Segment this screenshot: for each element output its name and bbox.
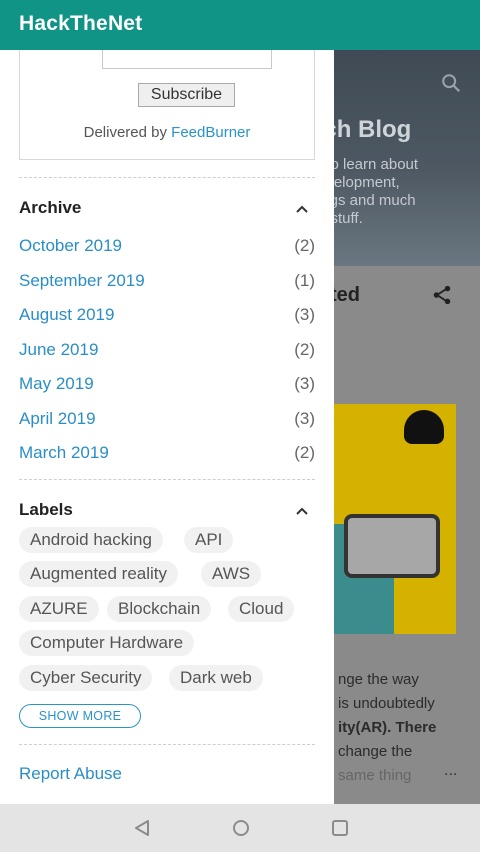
label-chip[interactable]: Android hacking (19, 527, 163, 553)
archive-link[interactable]: April 2019 (19, 409, 96, 428)
label-chip[interactable]: Computer Hardware (19, 630, 195, 656)
delivered-by-text: Delivered by FeedBurner (83, 124, 251, 141)
archive-link[interactable]: May 2019 (19, 374, 94, 393)
archive-item[interactable]: May 2019 (3) (19, 374, 315, 398)
archive-count: (3) (294, 305, 315, 324)
share-icon[interactable] (430, 284, 454, 306)
archive-link[interactable]: March 2019 (19, 443, 109, 462)
archive-item[interactable]: April 2019 (3) (19, 409, 315, 433)
nav-home-icon[interactable] (231, 818, 251, 838)
hacker-logo (404, 410, 444, 444)
label-chip[interactable]: API (184, 527, 234, 553)
chevron-up-icon[interactable] (295, 504, 309, 518)
more-ellipsis[interactable]: ... (444, 762, 457, 780)
archive-count: (2) (294, 236, 315, 255)
feedburner-widget: Subscribe (19, 50, 315, 160)
nav-recent-icon[interactable] (330, 818, 350, 838)
archive-item[interactable]: June 2019 (2) (19, 340, 315, 364)
app-title[interactable]: HackTheNet (19, 12, 142, 36)
label-chip[interactable]: Dark web (169, 665, 263, 691)
email-subscribe-input[interactable] (102, 50, 272, 69)
label-chip[interactable]: AWS (201, 561, 262, 587)
navigation-drawer: Subscribe Delivered by FeedBurner Archiv… (0, 50, 334, 804)
archive-count: (3) (294, 409, 315, 428)
archive-count: (2) (294, 443, 315, 462)
archive-link[interactable]: October 2019 (19, 236, 122, 255)
archive-count: (1) (294, 271, 315, 290)
report-abuse-link[interactable]: Report Abuse (19, 764, 122, 784)
show-more-button[interactable]: SHOW MORE (19, 704, 141, 728)
search-icon[interactable] (440, 72, 462, 94)
system-nav-bar (0, 804, 480, 852)
label-chip[interactable]: Blockchain (107, 596, 212, 622)
divider (19, 177, 315, 178)
archive-link[interactable]: September 2019 (19, 271, 145, 290)
labels-title: Labels (19, 500, 73, 519)
post-thumbnail[interactable] (334, 404, 456, 634)
archive-item[interactable]: March 2019 (2) (19, 443, 315, 467)
app-bar: HackTheNet (0, 0, 480, 50)
archive-link[interactable]: June 2019 (19, 340, 98, 359)
feedburner-link[interactable]: FeedBurner (171, 124, 250, 141)
chevron-up-icon[interactable] (295, 202, 309, 216)
divider (19, 479, 315, 480)
archive-item[interactable]: October 2019 (2) (19, 236, 315, 260)
nav-back-icon[interactable] (132, 818, 152, 838)
labels-header[interactable]: Labels (19, 500, 315, 524)
post-card-title: ted (330, 284, 360, 306)
archive-title: Archive (19, 198, 82, 217)
archive-header[interactable]: Archive (19, 198, 315, 222)
archive-count: (3) (294, 374, 315, 393)
archive-item[interactable]: August 2019 (3) (19, 305, 315, 329)
divider (19, 744, 315, 745)
archive-item[interactable]: September 2019 (1) (19, 271, 315, 295)
archive-count: (2) (294, 340, 315, 359)
label-chip[interactable]: AZURE (19, 596, 99, 622)
blog-description: t to learn about evelopment, ings and mu… (318, 156, 419, 227)
label-chip[interactable]: Cloud (228, 596, 295, 622)
subscribe-button[interactable]: Subscribe (138, 83, 235, 107)
label-chip[interactable]: Cyber Security (19, 665, 153, 691)
label-chip[interactable]: Augmented reality (19, 561, 179, 587)
archive-link[interactable]: August 2019 (19, 305, 114, 324)
